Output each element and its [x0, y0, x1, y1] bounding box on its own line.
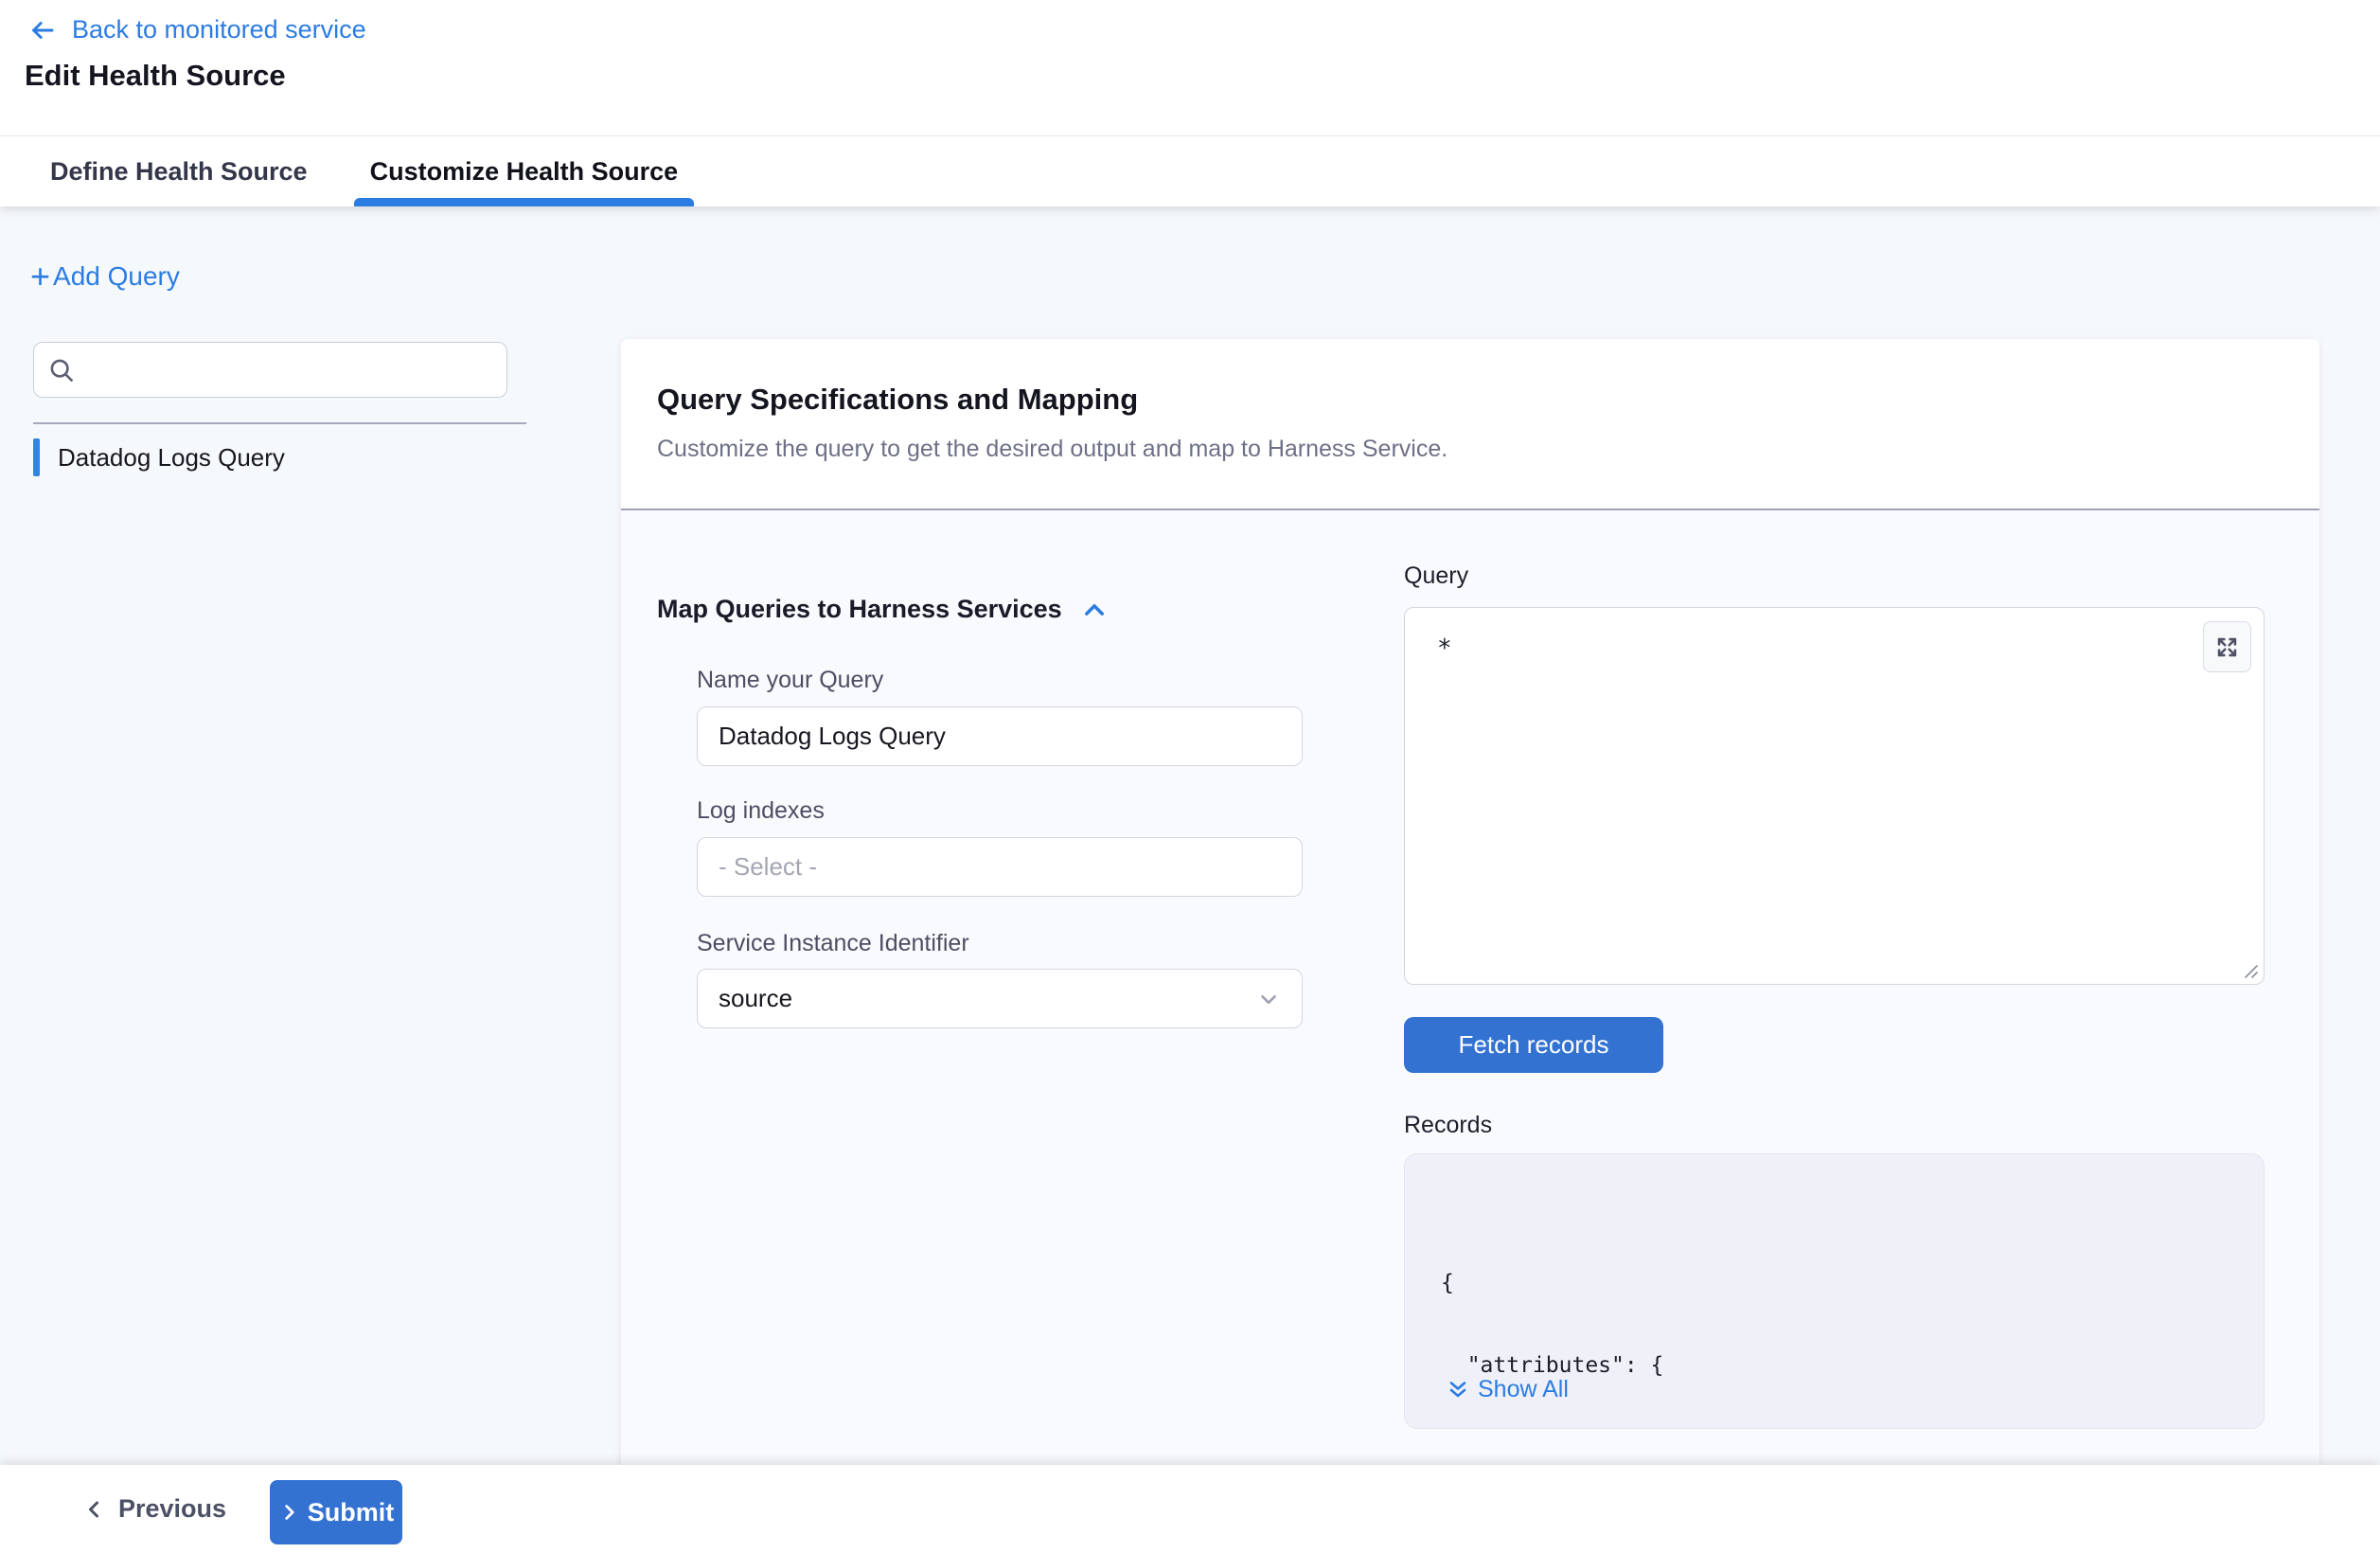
json-line: {	[1441, 1270, 1808, 1297]
selected-indicator-bar	[33, 438, 40, 476]
search-icon	[47, 356, 76, 384]
expand-query-button[interactable]	[2203, 621, 2251, 672]
submit-button[interactable]: Submit	[270, 1480, 402, 1544]
page-header: Back to monitored service Edit Health So…	[0, 0, 2380, 206]
show-all-link[interactable]: Show All	[1447, 1376, 1569, 1403]
map-queries-section-header: Map Queries to Harness Services	[657, 595, 1108, 624]
chevron-down-icon	[1256, 987, 1281, 1011]
chevron-right-icon	[278, 1502, 299, 1523]
tab-define-health-source[interactable]: Define Health Source	[34, 136, 324, 206]
chevron-left-icon	[83, 1498, 106, 1521]
page-footer: Previous Submit	[0, 1465, 2380, 1553]
resize-grip-icon[interactable]	[2240, 960, 2259, 979]
active-tab-underline	[354, 198, 695, 206]
query-editor: *	[1404, 607, 2265, 985]
card-subtitle: Customize the query to get the desired o…	[657, 436, 1448, 463]
content-area: + Add Query Datadog Logs Query Query Spe…	[0, 206, 2380, 1465]
log-indexes-input[interactable]	[697, 837, 1303, 897]
back-to-monitored-service-link[interactable]: Back to monitored service	[27, 15, 366, 45]
query-name-input[interactable]	[697, 706, 1303, 766]
select-value: source	[719, 984, 1256, 1013]
search-input[interactable]	[87, 355, 493, 384]
expand-arrows-icon	[2214, 634, 2240, 660]
add-query-button[interactable]: + Add Query	[30, 259, 180, 294]
page-title: Edit Health Source	[25, 59, 286, 93]
service-instance-identifier-label: Service Instance Identifier	[697, 930, 969, 957]
tab-customize-health-source[interactable]: Customize Health Source	[354, 136, 695, 206]
map-queries-section-title: Map Queries to Harness Services	[657, 595, 1062, 624]
query-item-label: Datadog Logs Query	[58, 443, 285, 473]
show-all-label: Show All	[1478, 1376, 1569, 1403]
card-title: Query Specifications and Mapping	[657, 383, 1138, 417]
chevron-up-icon[interactable]	[1081, 597, 1108, 623]
previous-button[interactable]: Previous	[83, 1465, 226, 1553]
query-list-item-datadog-logs-query[interactable]: Datadog Logs Query	[33, 438, 285, 476]
arrow-left-icon	[27, 16, 59, 45]
service-instance-identifier-select[interactable]: source	[697, 969, 1303, 1028]
query-textarea[interactable]: *	[1405, 608, 2264, 984]
edit-health-source-page: Back to monitored service Edit Health So…	[0, 0, 2380, 1553]
name-your-query-label: Name your Query	[697, 667, 883, 694]
add-query-label: Add Query	[53, 261, 180, 292]
tab-label: Customize Health Source	[370, 157, 679, 187]
back-link-label: Back to monitored service	[72, 15, 366, 45]
records-panel: { "attributes": { "attributes": { "date"…	[1404, 1153, 2265, 1429]
double-chevron-down-icon	[1447, 1379, 1469, 1401]
plus-icon: +	[30, 259, 50, 294]
log-indexes-label: Log indexes	[697, 797, 825, 825]
sidebar-divider	[33, 422, 526, 424]
query-specifications-card: Query Specifications and Mapping Customi…	[621, 339, 2319, 1465]
previous-label: Previous	[118, 1494, 226, 1524]
submit-label: Submit	[308, 1498, 395, 1527]
query-search-box	[33, 342, 507, 398]
tab-bar: Define Health Source Customize Health So…	[0, 135, 2380, 206]
tab-label: Define Health Source	[50, 157, 308, 187]
records-label: Records	[1404, 1112, 1492, 1139]
fetch-records-button[interactable]: Fetch records	[1404, 1017, 1663, 1073]
query-label: Query	[1404, 562, 1468, 590]
